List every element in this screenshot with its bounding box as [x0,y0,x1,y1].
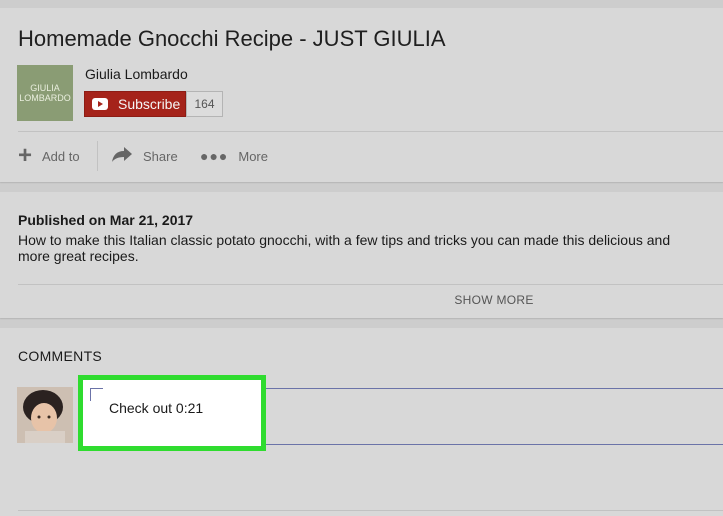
divider [18,131,723,132]
video-title: Homemade Gnocchi Recipe - JUST GIULIA [18,26,446,51]
description-panel: Published on Mar 21, 2017 How to make th… [0,192,723,318]
channel-avatar[interactable]: GIULIA LOMBARDO [17,65,73,121]
description-line: more great recipes. [18,248,139,264]
subscribe-button[interactable]: Subscribe [84,91,186,117]
channel-name[interactable]: Giulia Lombardo [85,66,188,82]
user-avatar[interactable] [17,387,73,443]
add-to-button[interactable]: + Add to [18,142,80,169]
subscribe-label: Subscribe [118,96,181,112]
youtube-play-icon [92,98,108,110]
video-info-panel: Homemade Gnocchi Recipe - JUST GIULIA GI… [0,8,723,182]
more-dots-icon: ●●● [200,148,229,164]
channel-logo-text-1: GIULIA [30,83,60,93]
speech-tail [90,388,103,401]
more-button[interactable]: ●●● More [200,145,268,167]
show-more-button[interactable]: SHOW MORE [0,293,723,307]
channel-logo-text-2: LOMBARDO [19,93,71,103]
video-description: How to make this Italian classic potato … [18,232,723,264]
plus-icon: + [18,142,33,169]
comments-panel: COMMENTS Check out 0:21 [0,328,723,516]
divider [18,284,723,285]
published-date: Published on Mar 21, 2017 [18,212,194,228]
comments-heading: COMMENTS [18,348,103,364]
share-arrow-icon [111,145,133,168]
highlighted-comment-input[interactable]: Check out 0:21 [78,375,266,451]
divider [18,510,723,511]
description-line: How to make this Italian classic potato … [18,232,671,248]
subscriber-count: 164 [186,91,223,117]
action-separator [97,141,98,171]
add-to-label: Add to [42,148,80,164]
comment-input-text[interactable]: Check out 0:21 [109,400,203,416]
more-label: More [238,148,268,164]
share-button[interactable]: Share [111,145,178,167]
share-label: Share [143,148,178,164]
